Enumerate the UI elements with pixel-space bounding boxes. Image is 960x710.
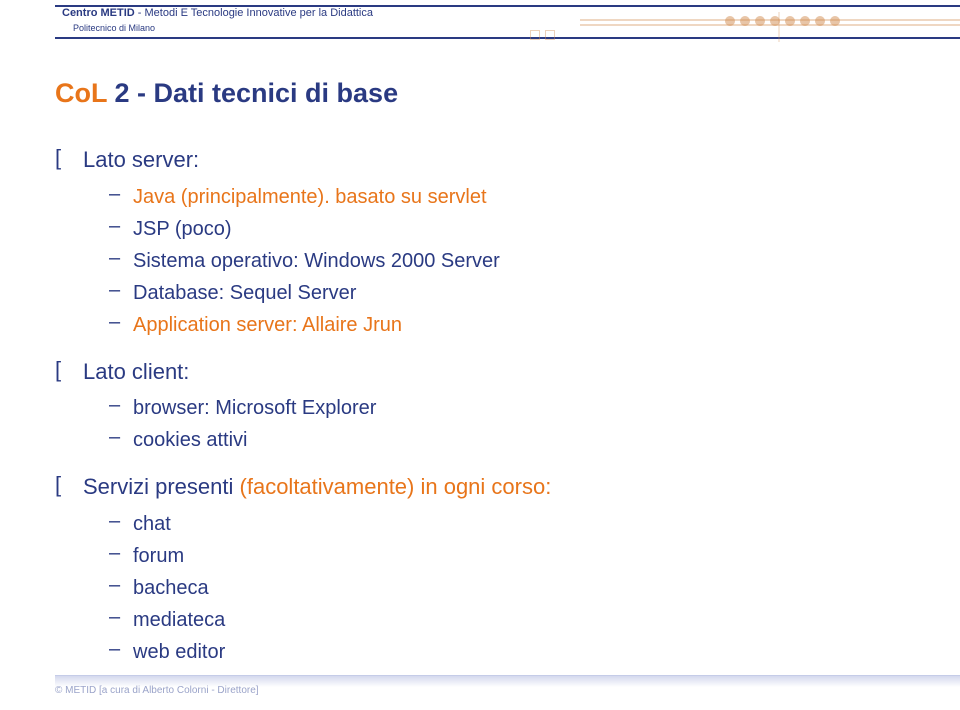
dash-icon: – [109,426,133,449]
sub-bullet: – chat [109,510,920,538]
deco-lines-icon [580,19,960,27]
header-title-bold: Centro METID [62,7,135,19]
footer-line [55,675,960,687]
sub-bullet-text: bacheca [133,574,209,602]
sub-bullet: – Database: Sequel Server [109,279,920,307]
sub-bullet-text: JSP (poco) [133,215,232,243]
sub-bullet-text: Database: Sequel Server [133,279,356,307]
dash-icon: – [109,183,133,206]
sub-bullet: – browser: Microsoft Explorer [109,394,920,422]
bullet-label: Lato server: [83,145,199,175]
sub-bullet: – mediateca [109,606,920,634]
bullet-marker-icon: [ [55,145,83,171]
sub-bullet: – Sistema operativo: Windows 2000 Server [109,247,920,275]
dash-icon: – [109,606,133,629]
header-title: Centro METID - Metodi E Tecnologie Innov… [62,5,373,21]
header-subtitle: Politecnico di Milano [73,23,155,33]
dash-icon: – [109,510,133,533]
dash-icon: – [109,311,133,334]
sub-bullet: – JSP (poco) [109,215,920,243]
bullet-servizi: [ Servizi presenti (facoltativamente) in… [55,472,920,502]
bullet-label: Servizi presenti (facoltativamente) in o… [83,472,551,502]
slide-title-highlight: CoL [55,78,107,108]
bullet-lato-client: [ Lato client: [55,357,920,387]
sub-bullet-text: chat [133,510,171,538]
sub-bullet: – cookies attivi [109,426,920,454]
slide-title: CoL 2 - Dati tecnici di base [55,78,920,109]
dash-icon: – [109,542,133,565]
sub-bullet: – Application server: Allaire Jrun [109,311,920,339]
sub-bullet: – Java (principalmente). basato su servl… [109,183,920,211]
slide-title-rest: 2 - Dati tecnici di base [107,78,398,108]
sub-bullet-text: forum [133,542,184,570]
sub-bullet: – web editor [109,638,920,666]
dash-icon: – [109,574,133,597]
header-title-rest: - Metodi E Tecnologie Innovative per la … [135,7,373,19]
deco-vertical-icon [778,12,780,42]
bullet-label: Lato client: [83,357,189,387]
sub-bullet-text: browser: Microsoft Explorer [133,394,376,422]
sub-bullet: – bacheca [109,574,920,602]
sub-bullet-text: cookies attivi [133,426,248,454]
slide-content: CoL 2 - Dati tecnici di base [ Lato serv… [55,60,920,670]
header-line-bottom [55,37,960,39]
bullet-marker-icon: [ [55,472,83,498]
bullet-label-accent: (facoltativamente) in ogni corso: [240,474,552,499]
dash-icon: – [109,215,133,238]
dash-icon: – [109,638,133,661]
dash-icon: – [109,394,133,417]
bullet-label-main: Servizi presenti [83,474,240,499]
deco-square-icon [545,30,555,40]
sub-bullet-text: Application server: Allaire Jrun [133,311,402,339]
dash-icon: – [109,279,133,302]
bullet-marker-icon: [ [55,357,83,383]
sub-bullet-text: mediateca [133,606,225,634]
deco-square-icon [530,30,540,40]
sub-bullet-text: Java (principalmente). basato su servlet [133,183,487,211]
sub-bullet-text: web editor [133,638,225,666]
dash-icon: – [109,247,133,270]
header-bar: Centro METID - Metodi E Tecnologie Innov… [55,5,960,43]
sub-bullet-text: Sistema operativo: Windows 2000 Server [133,247,500,275]
footer: © METID [a cura di Alberto Colorni - Dir… [55,680,960,696]
bullet-lato-server: [ Lato server: [55,145,920,175]
sub-bullet: – forum [109,542,920,570]
